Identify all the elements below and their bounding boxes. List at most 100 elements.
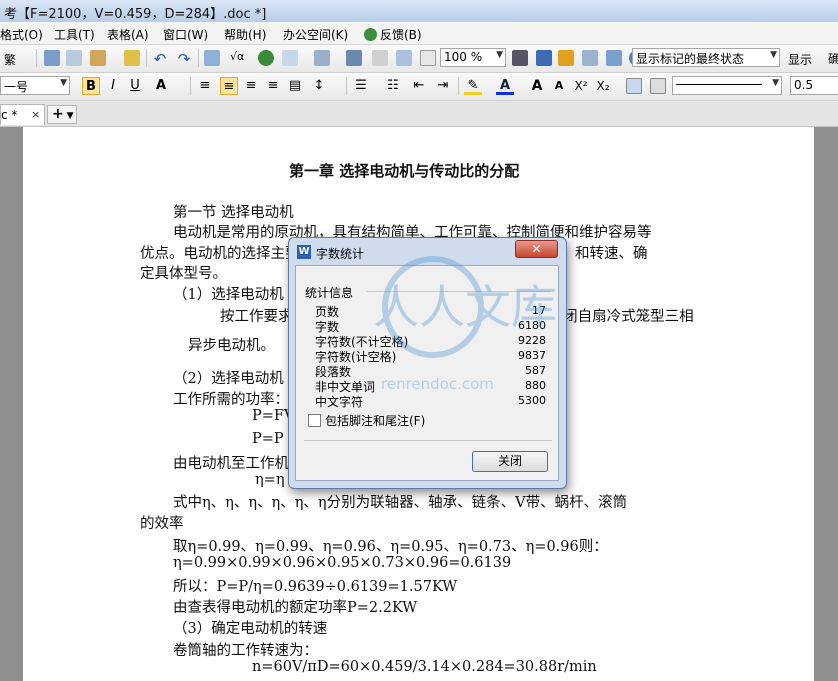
align-left-button[interactable]: ≡ xyxy=(196,77,214,95)
font-color-icon[interactable]: A xyxy=(496,77,514,95)
decrease-indent-button[interactable]: ⇤ xyxy=(410,77,428,95)
underline-button[interactable]: U xyxy=(126,77,144,95)
redo-icon[interactable]: ↷ xyxy=(176,50,192,68)
numbering-button[interactable]: ☰ xyxy=(352,77,370,95)
add-icon: + xyxy=(52,106,64,122)
insert-table-icon[interactable] xyxy=(204,50,220,66)
bold-button[interactable]: B xyxy=(82,77,100,95)
close-icon[interactable]: ✕ xyxy=(515,240,558,258)
stats-group-label: 统计信息 xyxy=(305,286,354,300)
show-markup-menu[interactable]: 显示 xyxy=(788,51,812,68)
markup-state-value: 显示标记的最终状态 xyxy=(636,52,745,66)
char-scale-button[interactable]: A xyxy=(152,77,170,95)
superscript-button[interactable]: X² xyxy=(572,77,590,95)
close-button[interactable]: 关闭 xyxy=(472,451,548,472)
menu-tools[interactable]: 工具(T) xyxy=(54,26,95,43)
bullets-button[interactable]: ☷ xyxy=(384,77,402,95)
show-paragraph-icon[interactable] xyxy=(420,50,436,66)
italic-button[interactable]: I xyxy=(104,77,122,95)
stat-value-paragraphs: 587 xyxy=(525,364,546,377)
menu-feedback[interactable]: 反馈(B) xyxy=(364,26,422,43)
line-spacing-button[interactable]: ↕ xyxy=(310,77,328,95)
doc-line: 由查表得电动机的额定功率P=2.2KW xyxy=(173,600,418,616)
columns-icon[interactable] xyxy=(314,50,330,66)
menu-bar: 格式(O) 工具(T) 表格(A) 窗口(W) 帮助(H) 办公空间(K) 反馈… xyxy=(0,22,838,45)
doc-line: 定具体型号。 xyxy=(140,266,227,282)
close-tab-icon[interactable]: × xyxy=(31,108,40,121)
doc-line: 异步电动机。 xyxy=(188,338,275,354)
reading-mode-icon[interactable] xyxy=(558,50,574,66)
justify-button[interactable]: ≡ xyxy=(264,77,282,95)
toolbar-separator xyxy=(146,49,147,67)
chevron-down-icon: ▼ xyxy=(60,78,67,88)
toolbar-separator xyxy=(346,77,347,95)
menu-table[interactable]: 表格(A) xyxy=(107,26,149,43)
doc-line: 式中η、η、η、η、η、η分别为联轴器、轴承、链条、V带、蜗杆、滚筒 xyxy=(173,495,628,511)
doc-line: 由电动机至工作机 xyxy=(173,456,289,472)
line-style-select[interactable]: ▼ xyxy=(672,76,782,95)
stat-label-chinese-chars: 中文字符 xyxy=(315,395,364,409)
doc-line: 的效率 xyxy=(140,516,184,532)
align-right-button[interactable]: ≡ xyxy=(242,77,260,95)
menu-feedback-label: 反馈(B) xyxy=(380,28,422,42)
doc-line: 第一节 选择电动机 xyxy=(173,205,294,221)
chart-icon[interactable] xyxy=(346,50,362,66)
format-painter-icon[interactable] xyxy=(124,50,140,66)
doc-line: 取η=0.99、η=0.99、η=0.96、η=0.95、η=0.73、η=0.… xyxy=(173,539,608,555)
cut-icon[interactable] xyxy=(44,50,60,66)
stat-value-chars-with-space: 9837 xyxy=(518,349,546,362)
chevron-down-icon: ▼ xyxy=(772,78,779,88)
formula-icon[interactable]: √α xyxy=(230,50,246,66)
doc-line: P=P xyxy=(252,431,284,447)
borders-icon[interactable] xyxy=(626,78,642,94)
include-footnotes-checkbox[interactable] xyxy=(308,414,321,427)
table-icon[interactable] xyxy=(282,50,298,66)
subscript-button[interactable]: X₂ xyxy=(594,77,612,95)
grow-font-button[interactable]: A xyxy=(528,77,546,95)
doc-line: （2）选择电动机 xyxy=(173,371,284,387)
tab-document[interactable]: c * × xyxy=(0,104,45,125)
markup-state-select[interactable]: 显示标记的最终状态 ▼ xyxy=(632,48,780,67)
menu-format[interactable]: 格式(O) xyxy=(0,26,43,43)
research-icon[interactable] xyxy=(536,50,552,66)
drawing-icon[interactable] xyxy=(372,50,388,66)
shading-icon[interactable] xyxy=(650,78,666,94)
font-size-select[interactable]: 一号 ▼ xyxy=(0,76,70,95)
zoom-select[interactable]: 100 % ▼ xyxy=(440,48,506,67)
dialog-body: 统计信息 页数 17 字数 6180 字符数(不计空格) 9228 字符数(计空… xyxy=(295,265,559,481)
increase-indent-button[interactable]: ⇥ xyxy=(434,77,452,95)
dialog-title-bar[interactable]: W 字数统计 ✕ xyxy=(289,238,566,264)
document-map-icon[interactable] xyxy=(396,50,412,66)
copy-icon[interactable] xyxy=(66,50,82,66)
doc-line: η=0.99×0.99×0.96×0.95×0.73×0.96=0.6139 xyxy=(173,555,512,571)
menu-window[interactable]: 窗口(W) xyxy=(163,26,208,43)
paste-icon[interactable] xyxy=(90,50,106,66)
shrink-font-button[interactable]: A xyxy=(550,77,568,95)
doc-line: 所以：P=P/η=0.9639÷0.6139=1.57KW xyxy=(173,579,458,595)
dialog-divider xyxy=(304,440,552,441)
traditional-chinese-icon[interactable]: 繁 xyxy=(4,51,24,67)
align-center-button[interactable]: ≡ xyxy=(220,77,238,95)
doc-line: （3）确定电动机的转速 xyxy=(173,621,328,637)
template-icon[interactable] xyxy=(606,50,622,66)
toolbar-overflow-icon[interactable]: 确 xyxy=(828,50,838,66)
menu-office-space[interactable]: 办公空间(K) xyxy=(283,26,348,43)
find-icon[interactable] xyxy=(512,50,528,66)
doc-line: 卷筒轴的工作转速为： xyxy=(173,643,318,659)
undo-icon[interactable]: ↶ xyxy=(152,50,168,68)
new-tab-button[interactable]: + ▼ xyxy=(47,105,77,124)
chevron-down-icon: ▼ xyxy=(496,50,503,60)
include-footnotes-label[interactable]: 包括脚注和尾注(F) xyxy=(325,412,425,429)
menu-help[interactable]: 帮助(H) xyxy=(224,26,266,43)
stat-value-chinese-chars: 5300 xyxy=(518,394,546,407)
wps-writer-icon: W xyxy=(297,245,311,259)
line-width-select[interactable]: 0.5 xyxy=(790,76,838,95)
hyperlink-icon[interactable] xyxy=(258,50,274,66)
stat-value-words: 6180 xyxy=(518,319,546,332)
backup-icon[interactable] xyxy=(582,50,598,66)
zoom-value: 100 % xyxy=(444,50,483,64)
distributed-button[interactable]: ▤ xyxy=(286,77,304,95)
standard-toolbar: 繁 ↶ ↷ √α 100 %▼ ? 显示标记的最终状态▼ 显示 确 xyxy=(0,45,838,73)
highlight-icon[interactable]: ✎ xyxy=(464,77,482,95)
stat-value-chars-no-space: 9228 xyxy=(518,334,546,347)
